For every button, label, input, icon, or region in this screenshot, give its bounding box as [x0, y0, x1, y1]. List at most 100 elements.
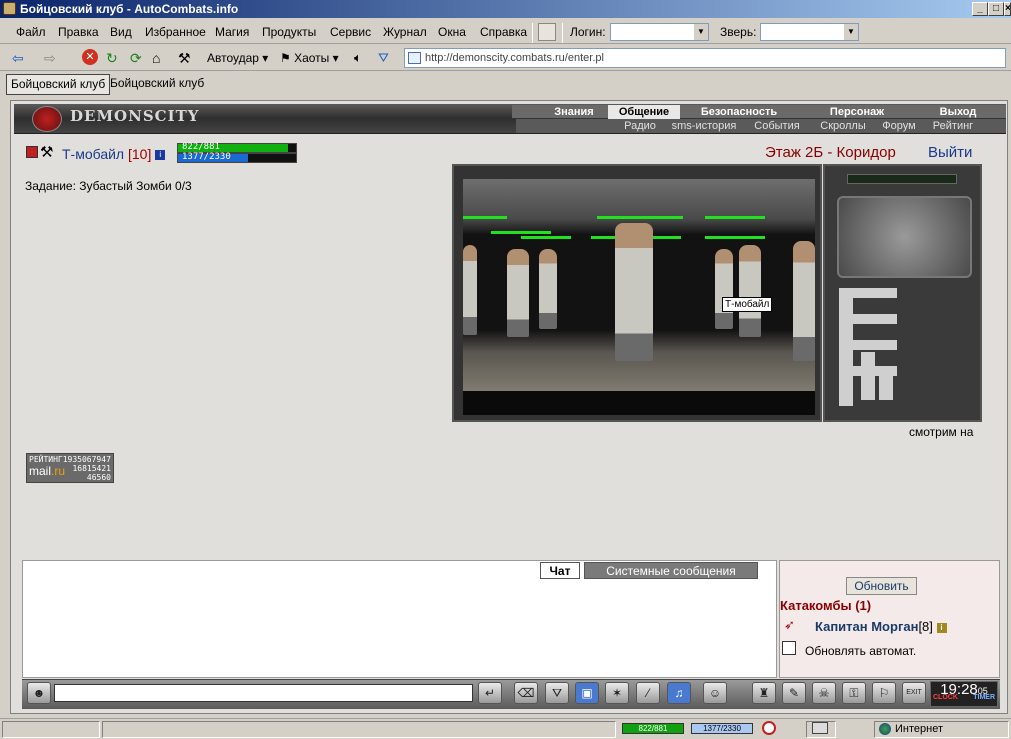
auto-refresh-checkbox[interactable]: [782, 641, 796, 655]
exit-icon[interactable]: EXIT: [902, 682, 926, 704]
mana-bar: 1377/2330: [177, 152, 297, 163]
exit-link[interactable]: Выйти: [928, 144, 972, 161]
tools-icon[interactable]: ⚒: [178, 49, 191, 67]
clan-emblem-icon[interactable]: [26, 146, 38, 158]
home-icon[interactable]: ⌂: [152, 49, 160, 67]
refresh-button[interactable]: Обновить: [846, 577, 917, 595]
scroll-icon[interactable]: ✎: [782, 682, 806, 704]
character-figure[interactable]: [539, 249, 557, 329]
nav-radio[interactable]: Радио: [616, 119, 664, 133]
chat-input[interactable]: [54, 684, 473, 702]
menu-favorites[interactable]: Избранное: [145, 25, 206, 39]
potion-icon[interactable]: ♜: [752, 682, 776, 704]
bookmark-icon[interactable]: [538, 23, 556, 41]
character-figure[interactable]: [507, 249, 529, 337]
character-name[interactable]: Т-мобайл [10] i: [62, 146, 166, 162]
movement-compass[interactable]: [837, 196, 972, 278]
refresh-icon[interactable]: ↻: [106, 49, 118, 67]
send-icon[interactable]: ↵: [478, 682, 502, 704]
tab-fight-club[interactable]: Бойцовский клуб: [106, 74, 208, 95]
close-button[interactable]: ×: [1004, 2, 1011, 16]
window-title: Бойцовский клуб - AutoCombats.info: [20, 2, 239, 16]
mail-ru-counter[interactable]: РЕЙТИНГ1935067947 mail.ru 16815421 46560: [26, 453, 114, 483]
filter-icon[interactable]: ⛛: [545, 682, 569, 704]
network-icon[interactable]: [812, 722, 828, 734]
menu-magic[interactable]: Магия: [215, 25, 249, 39]
status-mana: 1377/2330: [691, 723, 753, 734]
character-figure[interactable]: [715, 249, 733, 329]
location-title: Этаж 2Б - Коридор: [765, 144, 896, 161]
address-bar[interactable]: http://demonscity.combats.ru/enter.pl: [404, 48, 1006, 68]
globe-icon: [879, 723, 891, 736]
menu-file[interactable]: Файл: [16, 25, 46, 39]
maximize-button[interactable]: □: [988, 2, 1004, 16]
align-icon[interactable]: ⚒: [40, 143, 53, 161]
corridor-scene: [463, 179, 815, 401]
flag-icon[interactable]: ⚐: [872, 682, 896, 704]
forward-icon[interactable]: ⇨: [44, 49, 56, 67]
alarm-clock-icon[interactable]: [762, 721, 776, 735]
demonscity-seal-icon: [32, 106, 62, 132]
attack-icon[interactable]: ➶: [784, 617, 795, 633]
character-figure[interactable]: [615, 223, 653, 361]
nav-exit[interactable]: Выход: [916, 105, 1000, 119]
menu-windows[interactable]: Окна: [438, 25, 466, 39]
menu-edit[interactable]: Правка: [58, 25, 99, 39]
nav-forum[interactable]: Форум: [876, 119, 922, 133]
refresh-all-icon[interactable]: ⟳: [130, 49, 142, 67]
nav-rating[interactable]: Рейтинг: [924, 119, 982, 133]
tab-system-messages[interactable]: Системные сообщения: [584, 562, 758, 579]
info-icon[interactable]: i: [936, 622, 947, 633]
login-select[interactable]: ▼: [610, 23, 709, 41]
info-icon[interactable]: i: [155, 150, 166, 161]
chevron-down-icon: ▼: [844, 24, 858, 40]
stop-icon[interactable]: ✕: [82, 49, 98, 65]
counter-label: РЕЙТИНГ: [29, 455, 63, 464]
character-level: [10]: [128, 146, 152, 162]
beast-select[interactable]: ▼: [760, 23, 859, 41]
minimap-slider[interactable]: [847, 174, 957, 184]
menu-service[interactable]: Сервис: [330, 25, 371, 39]
nav-events[interactable]: События: [746, 119, 808, 133]
chevron-down-icon: ▼: [694, 24, 708, 40]
eraser-icon[interactable]: ⌫: [514, 682, 538, 704]
chaos-button[interactable]: ⚑ Хаоты ▾: [280, 49, 339, 67]
chat-face-icon[interactable]: ☻: [27, 682, 51, 704]
clock-label: CLOCK: [933, 694, 958, 701]
mana-value: 1377/2330: [182, 152, 231, 162]
mask-icon[interactable]: ☠: [812, 682, 836, 704]
dungeon-view[interactable]: [452, 164, 822, 422]
nav-scrolls[interactable]: Скроллы: [812, 119, 874, 133]
autohit-button[interactable]: Автоудар ▾: [207, 49, 268, 67]
tab-chat[interactable]: Чат: [540, 562, 580, 579]
enemy-hp-bar: [463, 216, 507, 219]
slash-icon[interactable]: ⁄: [636, 682, 660, 704]
separator: [562, 23, 563, 43]
game-clock: 19:2805 CLOCK TIMER: [930, 681, 998, 707]
nav-communication[interactable]: Общение: [608, 105, 680, 119]
back-icon[interactable]: ⇦: [12, 49, 24, 67]
menu-journal[interactable]: Журнал: [383, 25, 427, 39]
nav-security[interactable]: Безопасность: [684, 105, 794, 119]
filter-icon[interactable]: ⛛: [378, 49, 389, 67]
character-figure[interactable]: [463, 245, 477, 335]
smiley-icon[interactable]: ☺: [703, 682, 727, 704]
watching-label: смотрим на: [909, 425, 974, 439]
minimize-button[interactable]: _: [972, 2, 988, 16]
character-figure[interactable]: [739, 245, 761, 337]
menu-view[interactable]: Вид: [110, 25, 132, 39]
menu-products[interactable]: Продукты: [262, 25, 316, 39]
tab-fight-club-active[interactable]: Бойцовский клуб: [6, 74, 111, 95]
room-member[interactable]: Капитан Морган[8] i: [815, 619, 947, 634]
character-figure[interactable]: [793, 241, 815, 361]
nav-knowledge[interactable]: Знания: [544, 105, 604, 119]
fight-icon[interactable]: ✶: [605, 682, 629, 704]
menu-help[interactable]: Справка: [480, 25, 527, 39]
save-icon[interactable]: ▣: [575, 682, 599, 704]
music-icon[interactable]: ♫: [667, 682, 691, 704]
nav-sms-history[interactable]: sms-история: [666, 119, 742, 133]
auto-refresh-label: Обновлять автомат.: [805, 644, 917, 658]
sound-icon[interactable]: 🔈︎: [354, 49, 362, 67]
lock-icon[interactable]: ⚿: [842, 682, 866, 704]
nav-character[interactable]: Персонаж: [802, 105, 912, 119]
